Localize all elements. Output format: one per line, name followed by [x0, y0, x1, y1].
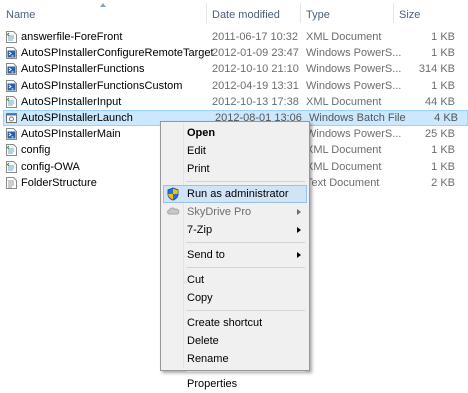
file-name: AutoSPInstallerInput	[21, 95, 122, 108]
file-type: Windows PowerS...	[306, 47, 402, 60]
file-size: 4 KB	[434, 111, 458, 124]
file-name: AutoSPInstallerLaunch	[21, 111, 133, 124]
column-header-name[interactable]: Name	[6, 9, 35, 21]
file-size: 1 KB	[431, 79, 455, 92]
column-header-type[interactable]: Type	[306, 9, 330, 21]
file-row[interactable]: answerfile-ForeFront 2011-06-17 10:32 XML …	[0, 29, 468, 45]
file-name: AutoSPInstallerFunctions	[21, 63, 145, 76]
file-date-modified: 2011-06-17 10:32	[212, 31, 299, 43]
column-header-size[interactable]: Size	[399, 9, 420, 21]
file-name: AutoSPInstallerFunctionsCustom	[21, 79, 183, 92]
file-type: XML Document	[306, 144, 382, 157]
menu-item-label: 7-Zip	[187, 224, 213, 236]
menu-item-label: Open	[187, 127, 216, 139]
file-date-modified: 2012-10-10 21:10	[212, 63, 299, 76]
sort-ascending-icon	[100, 3, 106, 7]
file-name: FolderStructure	[21, 176, 97, 189]
column-divider[interactable]	[393, 3, 394, 23]
menu-separator	[186, 242, 305, 243]
file-date-modified: 2012-04-19 13:31	[212, 79, 299, 92]
menu-item-label: Cut	[187, 274, 205, 286]
menu-item-label: Copy	[187, 292, 213, 304]
file-name: AutoSPInstallerMain	[21, 128, 121, 141]
file-name: answerfile-ForeFront	[21, 31, 123, 43]
file-type: XML Document	[306, 31, 382, 43]
menu-item-7-zip[interactable]: 7-Zip	[163, 221, 307, 239]
file-row[interactable]: AutoSPInstallerInput 2012-10-13 17:38 XML …	[0, 94, 468, 110]
powershell-file-icon	[6, 63, 17, 76]
text-file-icon	[6, 176, 17, 189]
menu-separator	[186, 310, 305, 311]
column-header-date-modified[interactable]: Date modified	[212, 9, 280, 21]
submenu-arrow-icon	[297, 252, 301, 258]
xml-file-icon	[6, 95, 17, 108]
context-menu: Open Edit Print Run as administrator SkyDriv…	[160, 121, 310, 390]
file-size: 1 KB	[431, 160, 455, 173]
menu-separator	[186, 267, 305, 268]
menu-item-label: Rename	[187, 353, 229, 365]
menu-item-copy[interactable]: Copy	[163, 289, 307, 307]
xml-file-icon	[6, 31, 17, 43]
file-size: 25 KB	[425, 128, 455, 141]
file-type: Windows PowerS...	[306, 63, 402, 76]
menu-item-label: Delete	[187, 335, 219, 347]
powershell-file-icon	[6, 79, 17, 92]
file-row[interactable]: AutoSPInstallerConfigureRemoteTarget 2012…	[0, 45, 468, 61]
powershell-file-icon	[6, 47, 17, 60]
submenu-arrow-icon	[297, 227, 301, 233]
file-name: AutoSPInstallerConfigureRemoteTarget	[21, 47, 214, 60]
file-size: 1 KB	[431, 47, 455, 60]
menu-item-rename[interactable]: Rename	[163, 350, 307, 368]
file-size: 2 KB	[431, 176, 455, 189]
uac-shield-icon	[166, 187, 180, 201]
menu-item-skydrive-pro: SkyDrive Pro	[163, 203, 307, 221]
file-date-modified: 2012-01-09 23:47	[212, 47, 299, 60]
file-date-modified: 2012-10-13 17:38	[212, 95, 299, 108]
menu-item-label: Run as administrator	[187, 188, 289, 200]
file-type: Windows PowerS...	[306, 79, 402, 92]
column-divider[interactable]	[300, 3, 301, 23]
menu-item-label: SkyDrive Pro	[187, 206, 252, 218]
file-name: config	[21, 144, 51, 157]
skydrive-icon	[166, 205, 180, 219]
file-type: Windows Batch File	[309, 111, 406, 124]
menu-item-label: Create shortcut	[187, 317, 263, 329]
xml-file-icon	[6, 144, 17, 157]
menu-item-label: Print	[187, 163, 210, 175]
file-size: 1 KB	[431, 144, 455, 157]
menu-item-label: Send to	[187, 249, 225, 261]
menu-item-open[interactable]: Open	[163, 124, 307, 142]
file-type: XML Document	[306, 95, 382, 108]
menu-item-send-to[interactable]: Send to	[163, 246, 307, 264]
powershell-file-icon	[6, 128, 17, 141]
file-type: Text Document	[306, 176, 380, 189]
file-type: XML Document	[306, 160, 382, 173]
batch-file-icon	[6, 112, 17, 124]
menu-item-cut[interactable]: Cut	[163, 271, 307, 289]
menu-item-edit[interactable]: Edit	[163, 142, 307, 160]
menu-item-label: Edit	[187, 145, 206, 157]
xml-file-icon	[6, 160, 17, 173]
file-size: 44 KB	[425, 95, 455, 108]
menu-separator	[186, 181, 305, 182]
menu-item-create-shortcut[interactable]: Create shortcut	[163, 314, 307, 332]
menu-separator	[186, 371, 305, 372]
file-row[interactable]: AutoSPInstallerFunctionsCustom 2012-04-19…	[0, 78, 468, 94]
menu-item-print[interactable]: Print	[163, 160, 307, 178]
submenu-arrow-icon	[297, 209, 301, 215]
file-row[interactable]: AutoSPInstallerFunctions 2012-10-10 21:10…	[0, 61, 468, 77]
column-divider[interactable]	[206, 3, 207, 23]
menu-item-run-as-administrator[interactable]: Run as administrator	[163, 185, 307, 203]
file-size: 1 KB	[431, 31, 455, 43]
menu-item-delete[interactable]: Delete	[163, 332, 307, 350]
file-type: Windows PowerS...	[306, 128, 402, 141]
file-name: config-OWA	[21, 160, 80, 173]
file-size: 314 KB	[418, 63, 455, 76]
